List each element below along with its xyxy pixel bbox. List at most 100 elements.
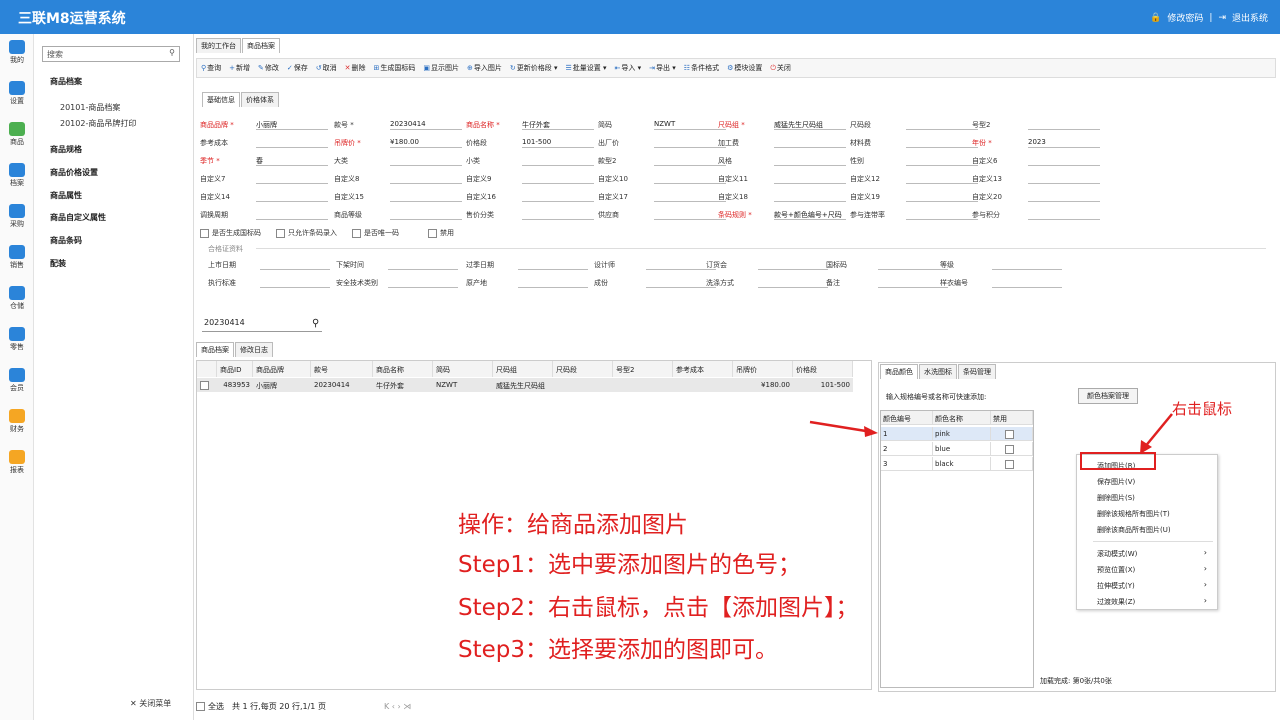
toolbar-button-2[interactable]: ✎修改 (258, 63, 279, 73)
form-checkbox[interactable]: 只允许条码录入 (276, 228, 337, 238)
field-input[interactable] (1028, 156, 1100, 166)
toolbar-button-10[interactable]: ☰批量设置 ▾ (566, 63, 607, 73)
tab-change-log[interactable]: 修改日志 (235, 342, 273, 357)
nav-item-8[interactable]: 会员 (0, 368, 34, 393)
context-menu-item[interactable]: 拉伸模式(Y) (1097, 581, 1135, 591)
field-input[interactable] (390, 174, 462, 184)
field-input[interactable] (774, 192, 846, 202)
nav-item-7[interactable]: 零售 (0, 327, 34, 352)
toolbar-button-9[interactable]: ↻更新价格段 ▾ (510, 63, 558, 73)
grid-header[interactable]: 商品品牌 (253, 361, 311, 377)
nav-item-1[interactable]: 设置 (0, 81, 34, 106)
toolbar-button-11[interactable]: ⇤导入 ▾ (615, 63, 642, 73)
field-input[interactable] (1028, 192, 1100, 202)
cert-input[interactable] (992, 278, 1062, 288)
checkbox-box[interactable] (352, 228, 361, 238)
table-cell[interactable]: 威猛先生尺码组 (493, 378, 553, 392)
tab-barcode-mgmt[interactable]: 条码管理 (958, 364, 996, 379)
checkbox-box[interactable] (428, 228, 437, 238)
field-input[interactable] (522, 174, 594, 184)
checkbox-box[interactable] (276, 228, 285, 238)
menu-group[interactable]: 商品自定义属性 (50, 212, 106, 223)
tab-workbench[interactable]: 我的工作台 (196, 38, 241, 53)
grid-header[interactable]: 简码 (433, 361, 493, 377)
context-menu-item[interactable]: 保存图片(V) (1097, 477, 1135, 487)
grid-header[interactable]: 参考成本 (673, 361, 733, 377)
menu-group[interactable]: 商品价格设置 (50, 167, 98, 178)
menu-group[interactable]: 商品规格 (50, 144, 82, 155)
field-input[interactable] (774, 174, 846, 184)
nav-item-3[interactable]: 档案 (0, 163, 34, 188)
change-password-link[interactable]: 修改密码 (1167, 11, 1203, 24)
field-input[interactable] (522, 192, 594, 202)
field-input[interactable]: ¥180.00 (390, 138, 462, 148)
cert-input[interactable] (260, 260, 330, 270)
nav-item-4[interactable]: 采购 (0, 204, 34, 229)
tab-product-archive[interactable]: 商品档案 (242, 38, 280, 53)
context-menu-item[interactable]: 删除图片(S) (1097, 493, 1135, 503)
toolbar-button-1[interactable]: +新增 (229, 63, 250, 73)
toolbar-button-6[interactable]: ⊞生成国标码 (374, 63, 416, 73)
search-icon[interactable]: ⚲ (312, 318, 319, 329)
field-input[interactable] (906, 138, 978, 148)
toolbar-button-0[interactable]: ⚲查询 (201, 63, 221, 73)
tab-basic-info[interactable]: 基础信息 (202, 92, 240, 107)
field-input[interactable] (654, 210, 726, 220)
pager[interactable]: K ‹ › ⋊ (384, 702, 411, 711)
row-checkbox[interactable] (197, 378, 217, 392)
field-input[interactable] (1028, 210, 1100, 220)
grid-header[interactable]: 号型2 (613, 361, 673, 377)
cert-input[interactable] (992, 260, 1062, 270)
table-cell[interactable] (613, 378, 673, 392)
field-input[interactable] (654, 174, 726, 184)
toolbar-button-5[interactable]: ✕删除 (345, 63, 366, 73)
field-input[interactable] (256, 174, 328, 184)
grid-header[interactable]: 吊牌价 (733, 361, 793, 377)
field-input[interactable] (654, 156, 726, 166)
toolbar-button-14[interactable]: ⚙模块设置 (727, 63, 762, 73)
menu-group[interactable]: 配装 (50, 258, 66, 269)
menu-sub-item[interactable]: 20101-商品档案 (60, 102, 120, 113)
field-input[interactable] (1028, 174, 1100, 184)
context-menu-item[interactable]: 预览位置(X) (1097, 565, 1135, 575)
menu-sub-item[interactable]: 20102-商品吊牌打印 (60, 118, 136, 129)
table-cell[interactable]: 牛仔外套 (373, 378, 433, 392)
field-input[interactable]: 春 (256, 156, 328, 166)
table-cell[interactable]: NZWT (433, 378, 493, 392)
field-input[interactable] (774, 156, 846, 166)
field-input[interactable] (906, 174, 978, 184)
field-input[interactable] (256, 138, 328, 148)
context-menu-item[interactable]: 删除该商品所有图片(U) (1097, 525, 1171, 535)
context-menu-item[interactable]: 滚动模式(W) (1097, 549, 1137, 559)
field-input[interactable] (390, 156, 462, 166)
field-input[interactable] (906, 156, 978, 166)
form-checkbox[interactable]: 禁用 (428, 228, 454, 238)
checkbox-box[interactable] (200, 228, 209, 238)
tab-archive-list[interactable]: 商品档案 (196, 342, 234, 357)
field-input[interactable] (906, 192, 978, 202)
tab-price-system[interactable]: 价格体系 (241, 92, 279, 107)
grid-header[interactable]: 价格段 (793, 361, 853, 377)
table-cell[interactable]: ¥180.00 (733, 378, 793, 392)
menu-group[interactable]: 商品条码 (50, 235, 82, 246)
nav-item-6[interactable]: 仓储 (0, 286, 34, 311)
cert-input[interactable] (758, 260, 828, 270)
form-checkbox[interactable]: 是否生成国标码 (200, 228, 261, 238)
context-menu-item[interactable]: 删除该规格所有图片(T) (1097, 509, 1170, 519)
nav-item-9[interactable]: 财务 (0, 409, 34, 434)
field-input[interactable] (1028, 120, 1100, 130)
field-input[interactable]: 101-500 (522, 138, 594, 148)
toolbar-button-7[interactable]: ▣显示图片 (423, 63, 459, 73)
menu-search-input[interactable]: 搜索 ⚲ (42, 46, 180, 62)
table-cell[interactable] (553, 378, 613, 392)
toolbar-button-4[interactable]: ↺取消 (316, 63, 337, 73)
table-cell[interactable] (673, 378, 733, 392)
toolbar-button-12[interactable]: ⇥导出 ▾ (649, 63, 676, 73)
field-input[interactable] (654, 138, 726, 148)
close-menu-button[interactable]: ✕ 关闭菜单 (130, 698, 171, 709)
field-input[interactable] (256, 210, 328, 220)
toolbar-button-15[interactable]: ⏻关闭 (770, 63, 791, 73)
table-cell[interactable]: 20230414 (311, 378, 373, 392)
cert-input[interactable] (878, 278, 948, 288)
field-input[interactable]: 小丽牌 (256, 120, 328, 130)
